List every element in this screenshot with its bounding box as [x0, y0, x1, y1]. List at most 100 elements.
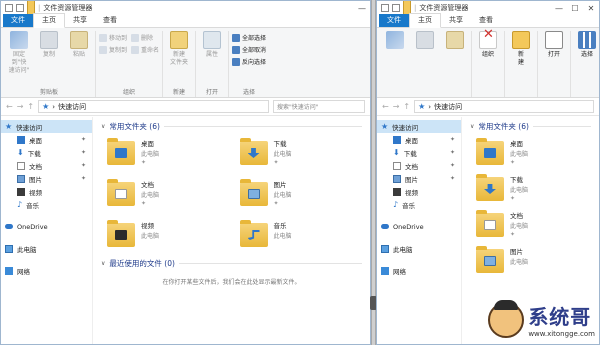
video-icon — [17, 187, 25, 196]
folder-item[interactable]: 图片 此电脑 ✦ — [239, 179, 363, 209]
delete-button[interactable]: 删除 — [131, 33, 159, 42]
maximize-icon[interactable]: ☐ — [567, 4, 583, 13]
up-icon[interactable]: ↑ — [27, 102, 34, 111]
content-area: ★ 快速访问 桌面 ✦ ⬇ 下载 ✦ 文档 ✦ 图片 ✦ 视频 ♪ 音乐 OneDrive 此… — [1, 117, 370, 344]
nav-item-pictures[interactable]: 图片 ✦ — [377, 172, 461, 185]
folder-item[interactable]: 桌面 此电脑 ✦ — [476, 138, 591, 168]
open-button[interactable]: 打开 — [541, 31, 567, 97]
select-all-button[interactable]: 全部选择 — [232, 33, 266, 42]
search-input[interactable]: 搜索"快速访问" — [273, 100, 365, 113]
folder-item[interactable]: 图片 此电脑 — [476, 246, 591, 276]
navigation-pane: ★ 快速访问 桌面 ✦ ⬇ 下载 ✦ 文档 ✦ 图片 ✦ 视频 ♪ 音乐 OneDrive 此… — [1, 117, 93, 344]
paste-label: 粘贴 — [72, 51, 85, 58]
paste-icon — [446, 31, 464, 49]
new-folder-button[interactable]: 新建 文件夹 — [166, 31, 192, 87]
tab-file[interactable]: 文件 — [379, 14, 409, 27]
tab-share[interactable]: 共享 — [441, 14, 471, 27]
nav-item-pictures[interactable]: 图片 ✦ — [1, 172, 92, 185]
recent-files-header[interactable]: ∨ 最近使用的文件 (0) — [101, 258, 362, 269]
folder-grid: 桌面 此电脑 ✦ 下载 此电脑 ✦ 文档 此电脑 ✦ 图片 此电脑 ✦ 视频 此电脑 音乐 此电脑 — [101, 138, 362, 250]
pin-quick-access-button[interactable]: 固定到"快 速访问" — [6, 31, 32, 87]
nav-item-quick-access[interactable]: ★ 快速访问 — [1, 120, 92, 133]
paste-button[interactable]: 粘贴 — [66, 31, 92, 87]
address-bar[interactable]: ★ › 快速访问 — [38, 100, 269, 113]
organize-button[interactable]: 组织 — [475, 31, 501, 97]
nav-item-music[interactable]: ♪ 音乐 — [377, 198, 461, 211]
folder-item[interactable]: 视频 此电脑 — [107, 220, 230, 250]
group-label: 打开 — [206, 89, 219, 96]
forward-icon[interactable]: → — [393, 102, 400, 111]
tab-view[interactable]: 查看 — [471, 14, 501, 27]
tab-home[interactable]: 主页 — [33, 13, 65, 28]
copy-button[interactable] — [412, 31, 438, 97]
copy-button[interactable]: 复制 — [36, 31, 62, 87]
tab-view[interactable]: 查看 — [95, 14, 125, 27]
copy-to-button[interactable]: 复制到 — [99, 45, 127, 54]
pin-icon: ✦ — [141, 159, 147, 166]
nav-item-videos[interactable]: 视频 — [1, 185, 92, 198]
nav-item-desktop[interactable]: 桌面 ✦ — [1, 133, 92, 146]
tab-home[interactable]: 主页 — [409, 13, 441, 28]
checkbox-icon[interactable] — [16, 4, 24, 12]
nav-label: 图片 — [29, 175, 42, 184]
frequent-folders-header[interactable]: ∨ 常用文件夹 (6) — [470, 121, 591, 132]
folder-location: 此电脑 — [273, 151, 292, 158]
nav-item-documents[interactable]: 文档 ✦ — [1, 159, 92, 172]
new-button[interactable]: 新 建 — [508, 31, 534, 97]
folder-item[interactable]: 文档 此电脑 ✦ — [476, 210, 591, 240]
folder-icon — [476, 210, 504, 237]
download-icon: ⬇ — [393, 147, 400, 157]
folder-item[interactable]: 文档 此电脑 ✦ — [107, 179, 230, 209]
nav-item-downloads[interactable]: ⬇ 下载 ✦ — [1, 146, 92, 159]
breadcrumb-arrow: › — [52, 102, 56, 111]
nav-label: 桌面 — [405, 136, 418, 145]
properties-button[interactable]: 属性 — [199, 31, 225, 87]
checkbox-icon[interactable] — [392, 4, 400, 12]
forward-icon[interactable]: → — [17, 102, 24, 111]
minimize-icon[interactable]: — — [354, 4, 370, 13]
move-to-button[interactable]: 移动到 — [99, 33, 127, 42]
nav-item-network[interactable]: 网络 — [1, 264, 92, 277]
divider — [178, 263, 362, 264]
move-to-label: 移动到 — [109, 35, 128, 42]
frequent-folders-header[interactable]: ∨ 常用文件夹 (6) — [101, 121, 362, 132]
desktop-icon — [17, 135, 25, 144]
folder-name: 图片 — [273, 181, 287, 189]
watermark-url: www.xitongge.com — [528, 330, 595, 338]
nav-item-onedrive[interactable]: OneDrive — [1, 220, 92, 233]
divider — [163, 126, 362, 127]
tab-share[interactable]: 共享 — [65, 14, 95, 27]
invert-selection-button[interactable]: 反向选择 — [232, 57, 266, 66]
pin-icon: ✦ — [449, 136, 455, 143]
close-icon[interactable]: ✕ — [583, 4, 599, 13]
nav-item-onedrive[interactable]: OneDrive — [377, 220, 461, 233]
nav-label: 网络 — [17, 267, 30, 276]
delete-icon — [479, 31, 497, 49]
nav-item-documents[interactable]: 文档 ✦ — [377, 159, 461, 172]
folder-item[interactable]: 下载 此电脑 ✦ — [239, 138, 363, 168]
select-none-button[interactable]: 全部取消 — [232, 45, 266, 54]
tab-file[interactable]: 文件 — [3, 14, 33, 27]
nav-item-network[interactable]: 网络 — [377, 264, 461, 277]
folder-item[interactable]: 下载 此电脑 ✦ — [476, 174, 591, 204]
pin-label: 固定到"快 速访问" — [8, 51, 30, 74]
select-button[interactable]: 选择 — [574, 31, 599, 97]
nav-item-this-pc[interactable]: 此电脑 — [377, 242, 461, 255]
minimize-icon[interactable]: — — [551, 4, 567, 13]
folder-item[interactable]: 音乐 此电脑 — [239, 220, 363, 250]
folder-item[interactable]: 桌面 此电脑 ✦ — [107, 138, 230, 168]
paste-button[interactable] — [442, 31, 468, 97]
back-icon[interactable]: ← — [382, 102, 389, 111]
up-icon[interactable]: ↑ — [403, 102, 410, 111]
nav-item-videos[interactable]: 视频 — [377, 185, 461, 198]
pin-quick-access-button[interactable] — [382, 31, 408, 97]
nav-item-this-pc[interactable]: 此电脑 — [1, 242, 92, 255]
nav-item-quick-access[interactable]: ★ 快速访问 — [377, 120, 461, 133]
nav-item-desktop[interactable]: 桌面 ✦ — [377, 133, 461, 146]
nav-item-music[interactable]: ♪ 音乐 — [1, 198, 92, 211]
address-bar[interactable]: ★ › 快速访问 — [414, 100, 594, 113]
nav-item-downloads[interactable]: ⬇ 下载 ✦ — [377, 146, 461, 159]
back-icon[interactable]: ← — [6, 102, 13, 111]
rename-button[interactable]: 重命名 — [131, 45, 159, 54]
folder-icon — [476, 174, 504, 201]
